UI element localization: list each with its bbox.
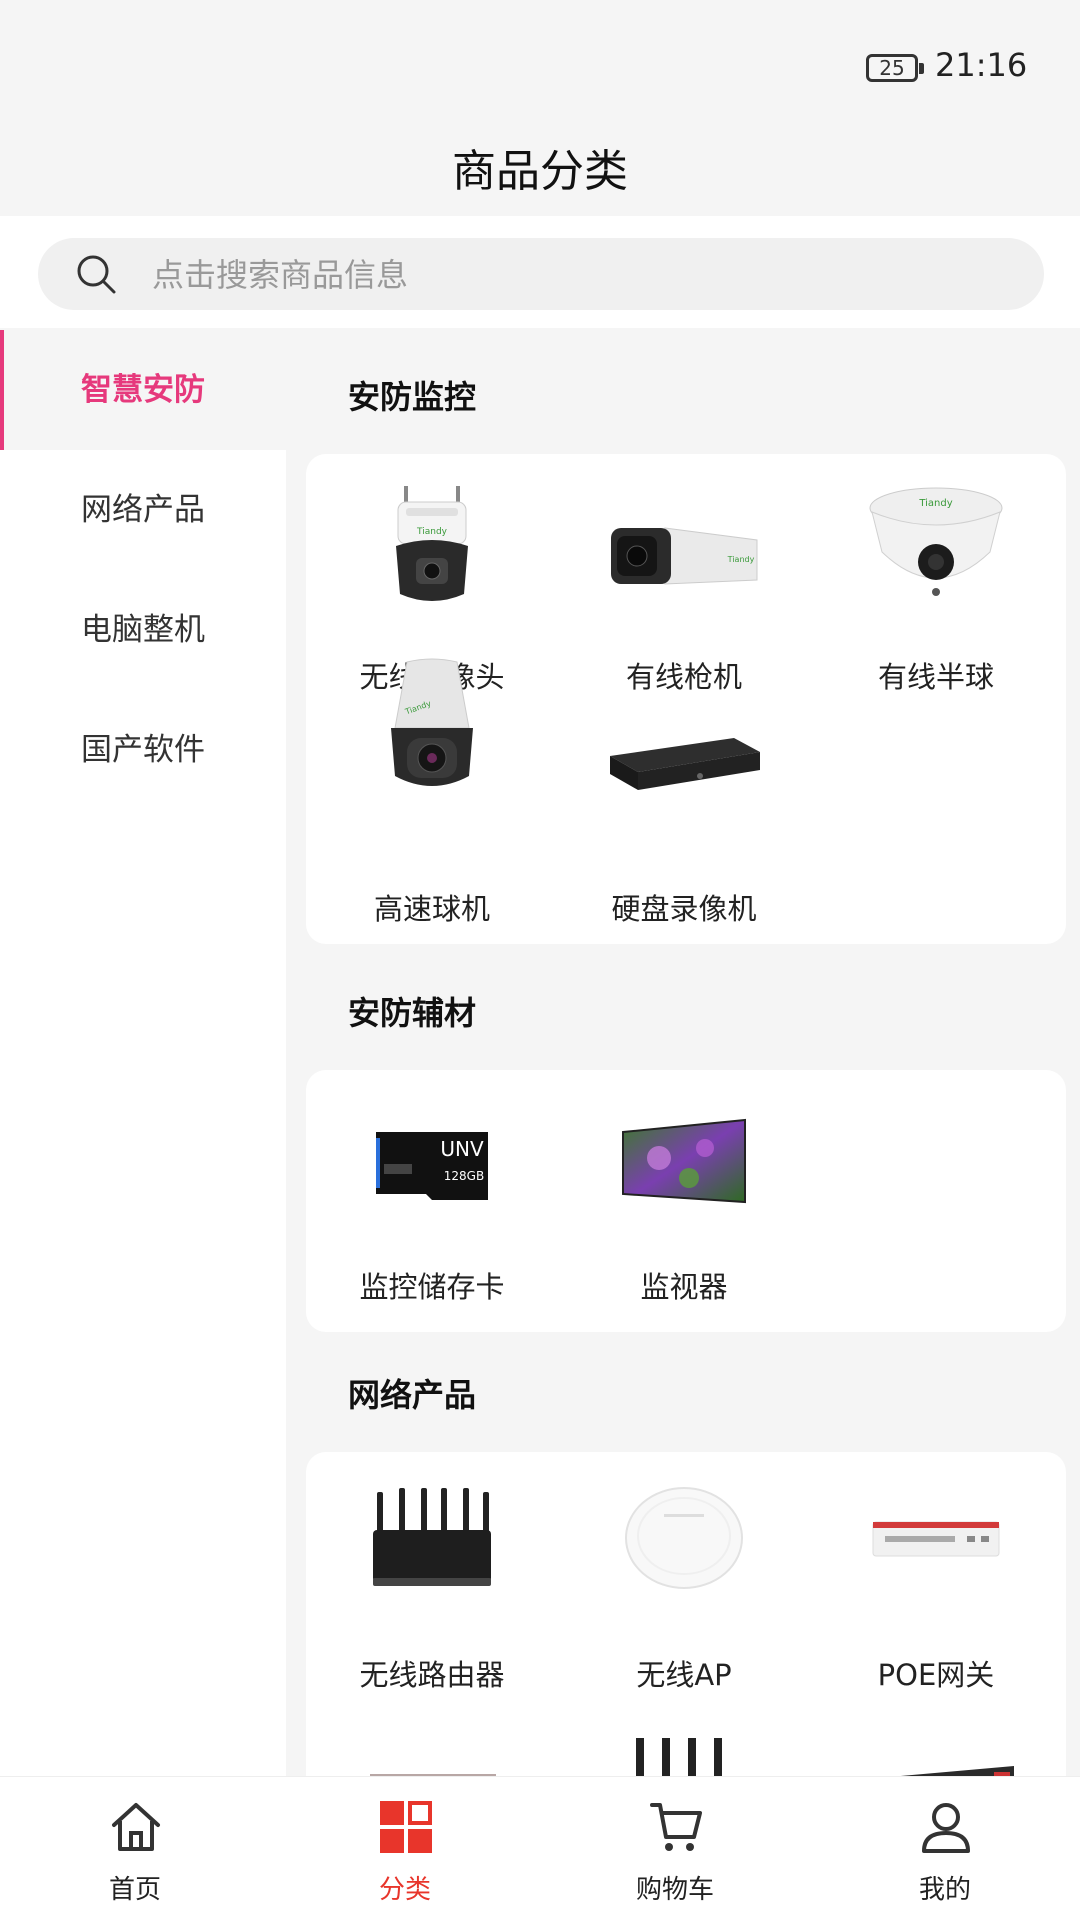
cart-icon [650, 1803, 702, 1851]
product-thumbnail-partial [900, 1766, 1014, 1776]
tab-label: 我的 [918, 1875, 971, 1905]
header: 商品分类 [0, 120, 1080, 216]
tab-label: 分类 [378, 1875, 431, 1905]
category-item-router[interactable]: 无线路由器 [306, 1486, 558, 1692]
category-item-label: 监视器 [640, 1270, 728, 1304]
dome-camera-icon: Tiandy [869, 487, 1003, 596]
speed-dome-icon: Tiandy [391, 658, 473, 786]
sidebar-item-domestic-software[interactable]: 国产软件 [0, 690, 286, 810]
category-item-label: 监控储存卡 [359, 1270, 505, 1304]
tab-home[interactable]: 首页 [0, 1777, 270, 1921]
search-icon [77, 255, 116, 294]
home-icon [112, 1803, 160, 1851]
search-input[interactable] [150, 252, 1014, 298]
search-bar[interactable] [38, 238, 1044, 310]
sidebar-item-label: 网络产品 [81, 492, 205, 528]
category-item-monitor[interactable]: 监视器 [558, 1098, 810, 1304]
profile-icon [922, 1803, 970, 1853]
category-item-bullet-camera[interactable]: Tiandy 有线枪机 [558, 488, 810, 694]
section-title-security-accessories: 安防辅材 [348, 994, 477, 1032]
product-thumbnail-partial [370, 1774, 496, 1776]
sidebar-item-smart-security[interactable]: 智慧安防 [0, 330, 286, 450]
brand-logo-text: Tiandy [918, 498, 952, 509]
section-card-security-accessories: UNV 128GB 监控储存卡 监视器 [306, 1070, 1066, 1332]
section-title-security-monitoring: 安防监控 [348, 378, 477, 416]
category-item-dome-camera[interactable]: Tiandy 有线半球 [810, 487, 1062, 694]
status-bar: 25 21:16 [0, 0, 1080, 120]
tab-category[interactable]: 分类 [270, 1777, 540, 1921]
router-icon [373, 1488, 491, 1586]
status-time: 21:16 [935, 46, 1028, 84]
monitor-icon [622, 1118, 746, 1204]
category-item-label: 高速球机 [373, 892, 490, 926]
category-item-label: 无线路由器 [359, 1658, 505, 1692]
sidebar-item-label: 电脑整机 [81, 612, 205, 648]
search-area [0, 216, 1080, 328]
section-card-network-products: 无线路由器 无线AP POE网关 [306, 1452, 1066, 1776]
battery-level: 25 [879, 56, 905, 80]
page-title: 商品分类 [452, 146, 628, 197]
category-item-label: 无线AP [636, 1658, 732, 1692]
brand-logo-text: Tiandy [416, 527, 448, 537]
category-item-memory-card[interactable]: UNV 128GB 监控储存卡 [306, 1098, 558, 1304]
tab-profile[interactable]: 我的 [810, 1777, 1080, 1921]
poe-gateway-icon [872, 1521, 1000, 1557]
category-item-access-point[interactable]: 无线AP [558, 1486, 810, 1692]
category-sidebar: 智慧安防 网络产品 电脑整机 国产软件 [0, 330, 286, 1776]
sidebar-item-computers[interactable]: 电脑整机 [0, 570, 286, 690]
category-item-poe-gateway[interactable]: POE网关 [810, 1486, 1062, 1692]
category-content: 安防监控 Tiandy 无线摄像头 Tiandy 有 [286, 330, 1080, 1776]
category-icon [380, 1801, 432, 1853]
battery-icon: 25 [866, 54, 924, 82]
memory-card-icon: UNV 128GB [376, 1132, 488, 1200]
card-capacity-text: 128GB [444, 1169, 484, 1183]
brand-logo-text: Tiandy [727, 555, 755, 564]
tab-cart[interactable]: 购物车 [540, 1777, 810, 1921]
category-item-nvr[interactable]: 硬盘录像机 [558, 720, 810, 926]
bullet-camera-icon: Tiandy [611, 527, 758, 585]
category-item-label: 有线半球 [877, 660, 994, 694]
wireless-camera-icon: Tiandy [396, 486, 468, 601]
access-point-icon [625, 1487, 743, 1589]
sidebar-item-label: 国产软件 [81, 732, 205, 768]
card-brand-text: UNV [440, 1137, 484, 1161]
bottom-tab-bar: 首页 分类 购物车 我的 [0, 1776, 1080, 1921]
category-item-speed-dome[interactable]: Tiandy 高速球机 [306, 658, 558, 926]
sidebar-item-network-products[interactable]: 网络产品 [0, 450, 286, 570]
product-thumbnail-partial [636, 1738, 722, 1776]
tab-label: 首页 [108, 1875, 161, 1905]
nvr-icon [610, 738, 760, 790]
section-card-security-monitoring: Tiandy 无线摄像头 Tiandy 有线枪机 Tiandy [306, 454, 1066, 944]
tab-label: 购物车 [635, 1875, 714, 1905]
category-item-label: 有线枪机 [625, 660, 742, 694]
category-item-label: 硬盘录像机 [611, 892, 757, 926]
category-item-label: POE网关 [877, 1658, 995, 1692]
section-title-network-products: 网络产品 [348, 1376, 477, 1414]
sidebar-item-label: 智慧安防 [81, 372, 205, 408]
